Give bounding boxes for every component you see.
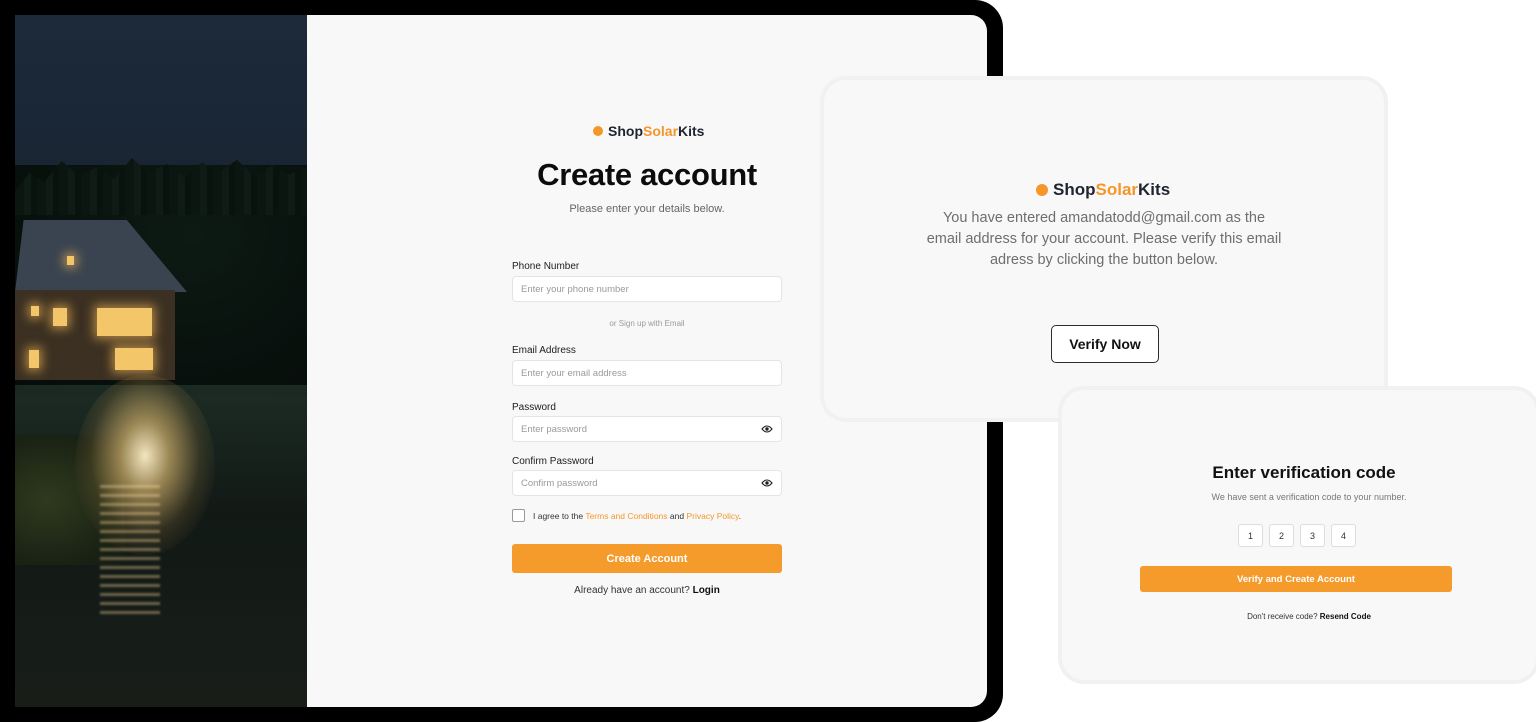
login-link[interactable]: Login <box>693 585 720 596</box>
agree-checkbox[interactable] <box>512 509 525 522</box>
password-field[interactable] <box>512 416 782 442</box>
resend-code-link[interactable]: Resend Code <box>1320 612 1371 621</box>
verify-create-account-button[interactable]: Verify and Create Account <box>1140 566 1452 592</box>
code-subtitle: We have sent a verification code to your… <box>1211 492 1407 502</box>
brand-dot-icon <box>593 126 603 136</box>
eye-icon[interactable] <box>761 478 773 488</box>
code-title: Enter verification code <box>1212 463 1396 482</box>
verification-message: You have entered amandatodd@gmail.com as… <box>926 210 1282 268</box>
verify-now-button[interactable]: Verify Now <box>1051 325 1159 363</box>
code-inputs: 1 2 3 4 <box>1238 524 1356 547</box>
code-digit-input[interactable]: 3 <box>1300 524 1325 547</box>
treeline <box>15 158 307 215</box>
email-input[interactable] <box>513 361 743 385</box>
code-digit-input[interactable]: 4 <box>1331 524 1356 547</box>
login-prompt: Already have an account? Login <box>574 585 720 596</box>
page-subtitle: Please enter your details below. <box>569 203 725 215</box>
resend-prompt: Don't receive code? Resend Code <box>1247 612 1371 621</box>
phone-field[interactable] <box>512 276 782 302</box>
email-field[interactable] <box>512 360 782 386</box>
password-label: Password <box>512 402 556 413</box>
water-reflection <box>100 485 160 615</box>
code-digit-input[interactable]: 2 <box>1269 524 1294 547</box>
privacy-link[interactable]: Privacy Policy <box>686 511 738 521</box>
terms-link[interactable]: Terms and Conditions <box>585 511 667 521</box>
phone-label: Phone Number <box>512 261 580 272</box>
brand-dot-icon <box>1036 184 1048 196</box>
phone-input[interactable] <box>513 277 743 301</box>
cabin <box>15 220 190 380</box>
create-account-button[interactable]: Create Account <box>512 544 782 573</box>
confirm-password-field[interactable] <box>512 470 782 496</box>
brand-logo: ShopSolarKits <box>1036 180 1170 200</box>
eye-icon[interactable] <box>761 424 773 434</box>
or-signup-email-text: or Sign up with Email <box>609 319 685 328</box>
code-verification-card: Enter verification code We have sent a v… <box>1062 390 1536 680</box>
terms-agreement: I agree to the Terms and Conditions and … <box>512 509 741 522</box>
confirm-password-label: Confirm Password <box>512 456 594 467</box>
password-input[interactable] <box>513 417 743 441</box>
cabin-lake-photo <box>15 15 307 707</box>
page-title: Create account <box>537 157 757 192</box>
email-verification-card: ShopSolarKits You have entered amandatod… <box>824 80 1384 418</box>
confirm-password-input[interactable] <box>513 471 743 495</box>
email-label: Email Address <box>512 345 576 356</box>
brand-logo: ShopSolarKits <box>593 123 704 139</box>
code-digit-input[interactable]: 1 <box>1238 524 1263 547</box>
